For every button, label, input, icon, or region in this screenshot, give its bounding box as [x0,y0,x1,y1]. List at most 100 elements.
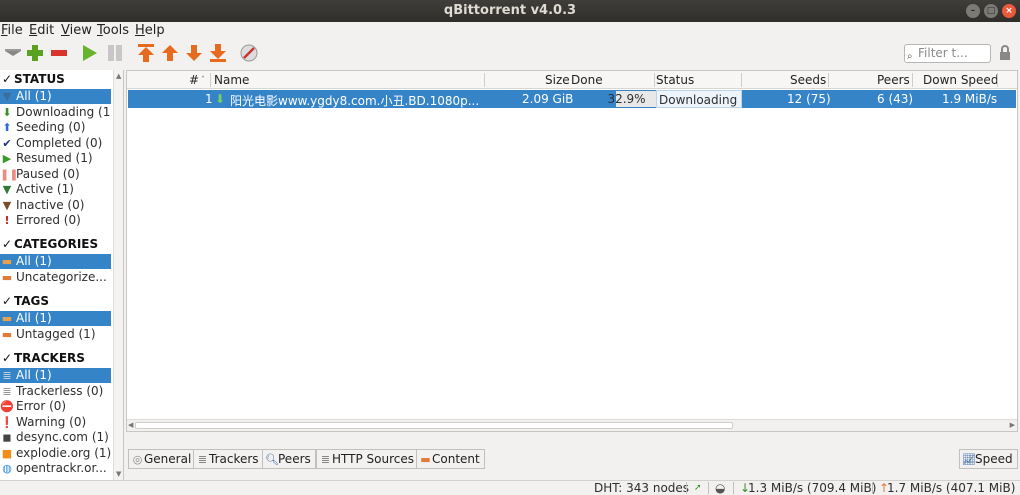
sidebar-item-tracker-all[interactable]: ≣ All (1) [0,368,111,383]
column-separator [997,73,998,87]
menu-edit[interactable]: Edit [29,23,54,38]
column-separator [654,73,655,87]
trackers-section-header[interactable]: ✓ TRACKERS [0,351,85,367]
tab-content[interactable]: ▬Content [416,449,485,469]
tab-trackers[interactable]: ≣ Trackers [193,449,264,469]
horizontal-scrollbar[interactable]: ◀ ▶ [127,419,1017,431]
column-separator [210,73,211,87]
categories-section-header[interactable]: ✓ CATEGORIES [0,237,98,253]
row-size: 2.09 GiB [522,92,574,106]
sidebar-item-inactive[interactable]: ▼ Inactive (0) [0,198,111,213]
speed-limit-icon[interactable]: ◒ [715,481,725,495]
chevron-down-icon[interactable]: ▼ [116,470,121,478]
sidebar-item-tracker-warning[interactable]: ❗ Warning (0) [0,415,111,430]
menu-view[interactable]: View [61,23,92,38]
tab-speed[interactable]: 📈︎Speed [959,449,1018,469]
title-bar[interactable]: qBittorrent v4.0.3 – □ × [0,0,1020,22]
column-header-peers[interactable]: Peers [877,73,910,87]
row-done: 32.9% [607,92,646,106]
sidebar-item-status-all[interactable]: ▼ All (1) [0,89,111,104]
move-up-icon[interactable] [159,42,181,64]
sidebar: ✓ STATUS ▼ All (1) ⬇ Downloading (1) ⬆ Seedi… [0,70,124,480]
downloading-arrow-icon: ⬇ [215,92,226,106]
maximize-button[interactable]: □ [984,4,998,18]
sidebar-item-downloading[interactable]: ⬇ Downloading (1) [0,105,111,120]
chart-icon: 📈︎ [962,453,976,466]
sidebar-item-active[interactable]: ▼ Active (1) [0,182,111,197]
search-icon: ⌕ [907,51,913,62]
tab-general[interactable]: ◎ General [128,449,197,469]
column-header-num[interactable]: # [189,73,199,87]
statusbar-separator [686,482,687,494]
sidebar-item-errored[interactable]: ! Errored (0) [0,213,111,228]
resume-icon[interactable] [78,42,100,64]
sidebar-item-seeding[interactable]: ⬆ Seeding (0) [0,120,111,135]
sidebar-item-tracker-desync[interactable]: ◼ desync.com (1) [0,430,111,445]
connection-status-icon[interactable]: ➚ [694,481,702,495]
filter-input[interactable]: ⌕ Filter t... [904,44,991,63]
sidebar-item-resumed[interactable]: ▶ Resumed (1) [0,151,111,166]
tab-http-sources[interactable]: ≣ HTTP Sources [316,449,419,469]
column-header-down-speed[interactable]: Down Speed [923,73,998,87]
server-icon: ≣ [2,385,12,398]
move-top-icon[interactable] [135,42,157,64]
sidebar-item-trackerless[interactable]: ≣ Trackerless (0) [0,384,111,399]
checkmark-icon: ✔ [2,137,12,150]
row-status: Downloading [656,90,742,108]
pause-icon[interactable] [104,42,126,64]
add-torrent-icon[interactable] [24,42,46,64]
column-header-size[interactable]: Size [545,73,570,87]
minimize-button[interactable]: – [966,4,980,18]
close-button[interactable]: × [1002,4,1016,18]
status-bar: DHT: 343 nodes ➚ ◒ ↓ 1.3 MiB/s (709.4 Mi… [0,480,1020,495]
download-rate[interactable]: 1.3 MiB/s (709.4 MiB) [748,481,876,495]
chevron-left-icon[interactable]: ◀ [128,421,133,429]
tab-peers[interactable]: 🔍︎Peers [262,449,316,469]
server-icon: ≣ [320,453,331,466]
status-section-header[interactable]: ✓ STATUS [0,72,65,88]
tags-section-header[interactable]: ✓ TAGS [0,294,49,310]
column-header-name[interactable]: Name [214,73,249,87]
sidebar-item-uncategorized[interactable]: ▬ Uncategorize... [0,270,111,285]
sidebar-item-untagged[interactable]: ▬ Untagged (1) [0,327,111,342]
column-header-seeds[interactable]: Seeds [790,73,826,87]
checkmark-icon: ✓ [1,294,13,308]
menu-file[interactable]: File [1,23,23,38]
folder-icon: ▬ [1,271,13,284]
play-icon: ▶ [2,152,12,165]
statusbar-separator [733,482,734,494]
add-link-icon[interactable] [2,42,24,64]
sidebar-item-tracker-opentrackr[interactable]: ◍ opentrackr.or... [0,461,111,476]
table-row[interactable]: 1 ⬇ 阳光电影www.ygdy8.com.小丑.BD.1080p.... 2.… [128,90,1016,108]
column-header-done[interactable]: Done [571,73,603,87]
menu-tools[interactable]: Tools [97,23,129,38]
filter-icon: ▼ [2,183,12,196]
warning-icon: ❗ [0,416,14,429]
app-window: qBittorrent v4.0.3 – □ × File Edit View … [0,0,1020,495]
move-bottom-icon[interactable] [207,42,229,64]
folder-icon: ▬ [420,453,431,466]
chevron-right-icon[interactable]: ▶ [1010,421,1015,429]
upload-rate[interactable]: 1.7 MiB/s (407.1 MiB) [887,481,1015,495]
error-icon: ⛔ [0,400,14,413]
move-down-icon[interactable] [183,42,205,64]
chevron-up-icon[interactable]: ▲ [116,72,121,80]
scrollbar-thumb[interactable] [135,422,733,429]
column-header-status[interactable]: Status [656,73,694,87]
column-separator [484,73,485,87]
progress-bar: 32.9% [597,91,656,107]
server-icon: ≣ [2,369,12,382]
remove-torrent-icon[interactable] [48,42,70,64]
sidebar-item-tracker-error[interactable]: ⛔ Error (0) [0,399,111,414]
sidebar-item-completed[interactable]: ✔ Completed (0) [0,136,111,151]
sidebar-item-tag-all[interactable]: ▬ All (1) [0,311,111,326]
lock-icon[interactable] [994,42,1016,64]
sidebar-scrollbar[interactable]: ▲ ▼ [113,70,123,480]
sidebar-item-paused[interactable]: ❚❚Paused (0) [0,167,111,182]
options-icon[interactable] [238,42,260,64]
statusbar-separator [872,482,873,494]
sidebar-item-category-all[interactable]: ▬ All (1) [0,254,111,269]
sidebar-item-tracker-explodie[interactable]: ■ explodie.org (1) [0,446,111,461]
pause-icon: ❚❚ [0,168,19,181]
menu-help[interactable]: Help [135,23,165,38]
